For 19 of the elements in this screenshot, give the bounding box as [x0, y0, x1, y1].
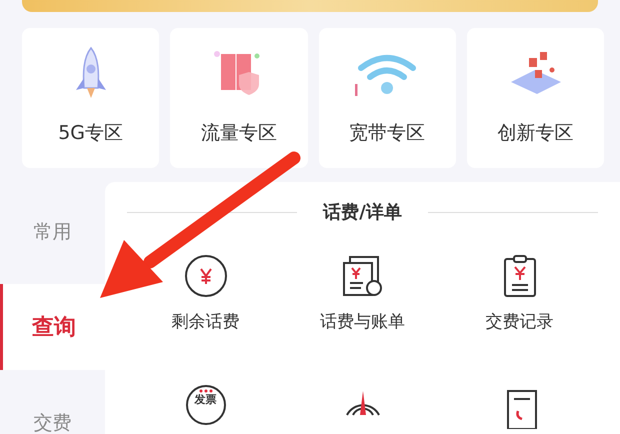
menu-label: 剩余话费	[172, 311, 240, 333]
zone-label: 流量专区	[200, 121, 277, 146]
sidebar-tab[interactable]: 查询	[0, 284, 105, 370]
bill-phone-icon	[340, 254, 384, 298]
zone-card[interactable]: 5G专区	[22, 28, 160, 168]
zone-card[interactable]: 宽带专区	[318, 28, 456, 168]
menu-item[interactable]: 交费记录	[486, 254, 554, 333]
zone-label: 宽带专区	[349, 121, 426, 146]
section-title: 话费/详单	[323, 201, 402, 224]
menu-item[interactable]: 剩余话费	[172, 254, 240, 333]
menu-label: 话费与账单	[320, 311, 405, 333]
menu-label: 交费记录	[486, 311, 554, 333]
zone-label: 5G专区	[58, 121, 124, 146]
zone-card[interactable]: 流量专区	[170, 28, 308, 168]
menu-item[interactable]: 话费与账单	[320, 254, 405, 333]
yen-circle-icon	[184, 254, 228, 298]
invoice-icon[interactable]: 发票	[186, 385, 226, 425]
zone-label: 创新专区	[497, 121, 574, 146]
zone-card[interactable]: 创新专区	[466, 28, 604, 168]
